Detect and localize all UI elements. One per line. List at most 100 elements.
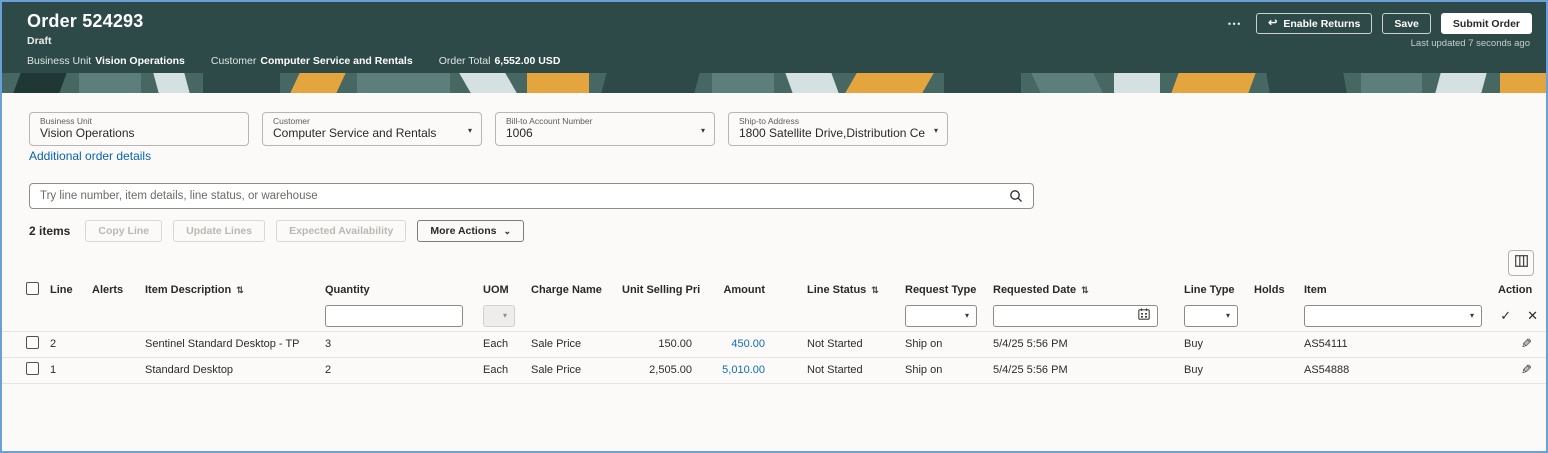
status-badge: Draft (27, 35, 52, 47)
cell-quantity: 2 (317, 357, 475, 384)
col-header-line-type[interactable]: Line Type (1176, 278, 1246, 301)
ship-to-address-field[interactable]: Ship-to Address 1800 Satellite Drive,Dis… (728, 112, 948, 146)
more-actions-button[interactable]: More Actions ⌄ (417, 220, 524, 242)
col-header-line-status[interactable]: Line Status ⇅ (773, 278, 897, 301)
columns-icon (1514, 254, 1528, 272)
sort-icon[interactable]: ⇅ (871, 285, 879, 295)
cell-request-type: Ship on (897, 331, 985, 358)
col-header-amount[interactable]: Amount (700, 278, 773, 301)
cell-charge-name: Sale Price (523, 331, 614, 358)
chevron-down-icon: ▾ (1469, 311, 1474, 321)
col-header-line[interactable]: Line (42, 278, 84, 301)
col-header-item-description[interactable]: Item Description ⇅ (137, 278, 317, 301)
requested-date-filter-input[interactable] (993, 304, 1158, 327)
order-lines-table: Line Alerts Item Description ⇅ Quantity U… (2, 278, 1546, 384)
bill-to-account-field[interactable]: Bill-to Account Number 1006 ▾ (495, 112, 715, 146)
meta-customer: Customer Computer Service and Rentals (210, 55, 413, 67)
col-header-action: Action (1498, 283, 1533, 296)
cell-amount: 5,010.00 (700, 357, 773, 384)
meta-business-unit: Business Unit Vision Operations (27, 55, 185, 67)
col-header-uom[interactable]: UOM (475, 278, 523, 301)
more-options-icon[interactable]: ⋯ (1223, 15, 1246, 32)
page-title: Order 524293 (27, 11, 144, 31)
request-type-filter-dropdown[interactable]: ▾ (905, 304, 977, 327)
customer-field[interactable]: Customer Computer Service and Rentals ▾ (262, 112, 482, 146)
chevron-down-icon: ▾ (467, 126, 472, 135)
additional-order-details-link[interactable]: Additional order details (29, 149, 151, 163)
cell-item: AS54888 (1296, 357, 1490, 384)
banner-art (2, 73, 1546, 93)
col-header-unit-selling-price[interactable]: Unit Selling Price (614, 278, 700, 301)
col-header-charge-name[interactable]: Charge Name (523, 278, 614, 301)
sort-icon[interactable]: ⇅ (236, 285, 244, 295)
page-header: Order 524293 Draft Business Unit Vision O… (2, 2, 1546, 93)
col-header-requested-date[interactable]: Requested Date ⇅ (985, 278, 1176, 301)
cell-line: 2 (42, 331, 84, 358)
chevron-down-icon: ▾ (502, 311, 507, 321)
cell-requested-date: 5/4/25 5:56 PM (985, 331, 1176, 358)
row-checkbox[interactable] (26, 362, 39, 375)
cell-request-type: Ship on (897, 357, 985, 384)
cell-uom: Each (475, 331, 523, 358)
chevron-down-icon: ⌄ (503, 225, 511, 236)
search-icon[interactable] (1009, 189, 1023, 203)
line-type-filter-dropdown[interactable]: ▾ (1184, 304, 1238, 327)
sort-icon[interactable]: ⇅ (1081, 285, 1089, 295)
col-header-alerts[interactable]: Alerts (84, 278, 137, 301)
cell-quantity: 3 (317, 331, 475, 358)
line-search-bar (29, 183, 1034, 209)
col-header-quantity[interactable]: Quantity (317, 278, 475, 301)
submit-order-button[interactable]: Submit Order (1440, 13, 1532, 34)
cell-item: AS54111 (1296, 331, 1490, 358)
chevron-down-icon: ▾ (700, 126, 705, 135)
lines-toolbar: 2 items Copy Line Update Lines Expected … (29, 220, 524, 242)
cell-line-type: Buy (1176, 331, 1246, 358)
search-input[interactable] (40, 190, 1009, 202)
cell-charge-name: Sale Price (523, 357, 614, 384)
amount-link[interactable]: 5,010.00 (722, 364, 765, 376)
cell-unit-selling-price: 2,505.00 (614, 357, 700, 384)
cell-line-status: Not Started (773, 331, 897, 358)
chevron-down-icon: ▾ (964, 311, 969, 321)
row-checkbox[interactable] (26, 336, 39, 349)
clear-filter-icon[interactable]: ✕ (1527, 308, 1538, 324)
update-lines-button[interactable]: Update Lines (173, 220, 266, 242)
save-button[interactable]: Save (1382, 13, 1431, 34)
cell-line-type: Buy (1176, 357, 1246, 384)
quantity-filter-input[interactable] (325, 304, 463, 327)
col-header-holds[interactable]: Holds (1246, 278, 1296, 301)
order-page: Order 524293 Draft Business Unit Vision O… (0, 0, 1548, 453)
enable-returns-button[interactable]: ↩ Enable Returns (1256, 13, 1373, 34)
chevron-down-icon: ▾ (1225, 311, 1230, 321)
cell-line: 1 (42, 357, 84, 384)
apply-filter-icon[interactable]: ✓ (1500, 308, 1511, 324)
copy-line-button[interactable]: Copy Line (85, 220, 163, 242)
calendar-icon[interactable] (1138, 308, 1150, 323)
col-header-item[interactable]: Item (1296, 278, 1490, 301)
items-count: 2 items (29, 224, 71, 238)
table-header-row: Line Alerts Item Description ⇅ Quantity U… (2, 278, 1546, 301)
manage-columns-button[interactable] (1508, 250, 1534, 276)
col-header-request-type[interactable]: Request Type (897, 278, 985, 301)
cell-unit-selling-price: 150.00 (614, 331, 700, 358)
business-unit-field[interactable]: Business Unit Vision Operations (29, 112, 249, 146)
amount-link[interactable]: 450.00 (731, 338, 765, 350)
select-all-checkbox[interactable] (26, 281, 39, 295)
header-actions: ⋯ ↩ Enable Returns Save Submit Order (1223, 13, 1532, 34)
cell-holds (1246, 331, 1296, 358)
cell-item-description: Standard Desktop (137, 357, 317, 384)
expected-availability-button[interactable]: Expected Availability (276, 220, 407, 242)
cell-line-status: Not Started (773, 357, 897, 384)
cell-alerts (84, 357, 137, 384)
header-meta: Business Unit Vision Operations Customer C… (27, 55, 560, 67)
table-row: 2 Sentinel Standard Desktop - TP 3 Each … (2, 331, 1546, 358)
item-filter-combobox[interactable]: ▾ (1304, 304, 1482, 327)
table-filter-row: ▾ ▾ ▾ ▾ ✓ ✕ (2, 301, 1546, 332)
last-updated-text: Last updated 7 seconds ago (1410, 38, 1530, 49)
cell-holds (1246, 357, 1296, 384)
cell-alerts (84, 331, 137, 358)
edit-line-icon[interactable]: ✎ (1521, 336, 1532, 352)
meta-order-total: Order Total 6,552.00 USD (438, 55, 561, 67)
return-arrow-icon: ↩ (1268, 17, 1278, 29)
edit-line-icon[interactable]: ✎ (1521, 362, 1532, 378)
